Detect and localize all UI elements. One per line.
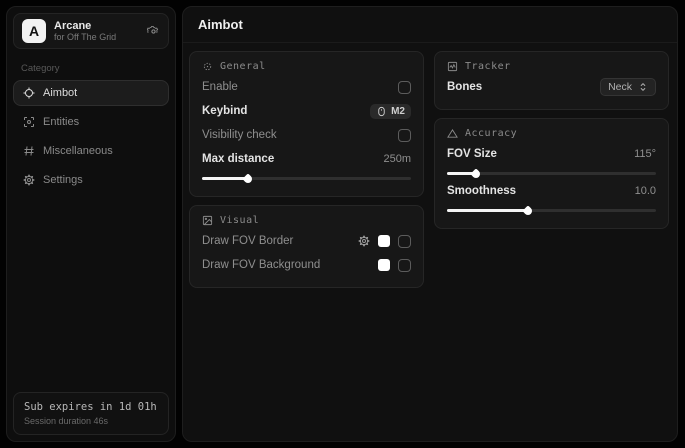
fov-background-color-swatch[interactable] [378,259,390,271]
visual-card: Visual Draw FOV Border Draw FOV Backgrou… [189,205,424,288]
gear-icon[interactable] [358,235,370,247]
gear-icon[interactable] [147,25,160,38]
smoothness-slider[interactable] [447,209,656,212]
chevrons-up-down-icon [638,82,648,92]
sidebar-item-aimbot[interactable]: Aimbot [13,80,169,106]
max-distance-slider[interactable] [202,177,411,180]
keybind-row: Keybind M2 [202,100,411,122]
fov-size-value: 115° [634,148,656,160]
tracker-icon [447,61,458,72]
sidebar-item-label: Aimbot [43,87,77,99]
fov-size-row: FOV Size 115° [447,143,656,165]
smoothness-row: Smoothness 10.0 [447,180,656,202]
app-name: Arcane [54,20,139,33]
bones-value: Neck [608,81,632,93]
max-distance-value: 250m [383,153,411,165]
fov-size-label: FOV Size [447,148,497,160]
max-distance-label: Max distance [202,153,274,165]
enable-row: Enable [202,76,411,98]
tracker-card: Tracker Bones Neck [434,51,669,110]
bones-row: Bones Neck [447,76,656,98]
card-title: General [220,61,266,72]
entities-icon [23,116,35,128]
fov-background-label: Draw FOV Background [202,259,320,271]
card-title: Accuracy [465,128,517,139]
enable-checkbox[interactable] [398,81,411,94]
keybind-value: M2 [391,106,405,117]
fov-background-row: Draw FOV Background [202,254,411,276]
smoothness-value: 10.0 [635,185,656,197]
page-title: Aimbot [198,17,243,32]
fov-border-row: Draw FOV Border [202,230,411,252]
keybind-button[interactable]: M2 [370,104,411,119]
accuracy-card: Accuracy FOV Size 115° Smoothness 10.0 [434,118,669,229]
slider-thumb[interactable] [523,205,534,216]
max-distance-row: Max distance 250m [202,148,411,170]
sidebar: A Arcane for Off The Grid Category Aimbo… [6,6,176,442]
card-title: Tracker [465,61,511,72]
subscription-expiry: Sub expires in 1d 01h [24,401,158,413]
mouse-icon [376,106,387,117]
sidebar-item-miscellaneous[interactable]: Miscellaneous [13,138,169,164]
image-icon [202,215,213,226]
fov-border-label: Draw FOV Border [202,235,293,247]
sidebar-item-label: Miscellaneous [43,145,113,157]
fov-background-checkbox[interactable] [398,259,411,272]
crosshair-icon [202,61,213,72]
sidebar-item-settings[interactable]: Settings [13,167,169,193]
triangle-icon [447,128,458,139]
visibility-label: Visibility check [202,129,277,141]
app-logo: A [22,19,46,43]
bones-label: Bones [447,81,482,93]
miscellaneous-icon [23,145,35,157]
profile-card: A Arcane for Off The Grid [13,13,169,49]
fov-border-checkbox[interactable] [398,235,411,248]
visibility-checkbox[interactable] [398,129,411,142]
bones-dropdown[interactable]: Neck [600,78,656,96]
enable-label: Enable [202,81,238,93]
sidebar-item-label: Settings [43,174,83,186]
visibility-row: Visibility check [202,124,411,146]
card-title: Visual [220,215,259,226]
general-card: General Enable Keybind M2 V [189,51,424,197]
category-label: Category [21,63,175,74]
gear-icon [23,174,35,186]
smoothness-label: Smoothness [447,185,516,197]
crosshair-icon [23,87,35,99]
subscription-card: Sub expires in 1d 01h Session duration 4… [13,392,169,435]
keybind-label: Keybind [202,105,247,117]
main-panel: Aimbot General Enable Keybind [182,6,678,442]
main-header: Aimbot [183,7,677,43]
fov-size-slider[interactable] [447,172,656,175]
fov-border-color-swatch[interactable] [378,235,390,247]
sidebar-item-label: Entities [43,116,79,128]
sidebar-nav: Aimbot Entities Miscellaneous Settings [7,80,175,193]
session-duration: Session duration 46s [24,416,158,426]
sidebar-item-entities[interactable]: Entities [13,109,169,135]
app-subtitle: for Off The Grid [54,32,139,42]
slider-thumb[interactable] [470,168,481,179]
slider-thumb[interactable] [242,173,253,184]
